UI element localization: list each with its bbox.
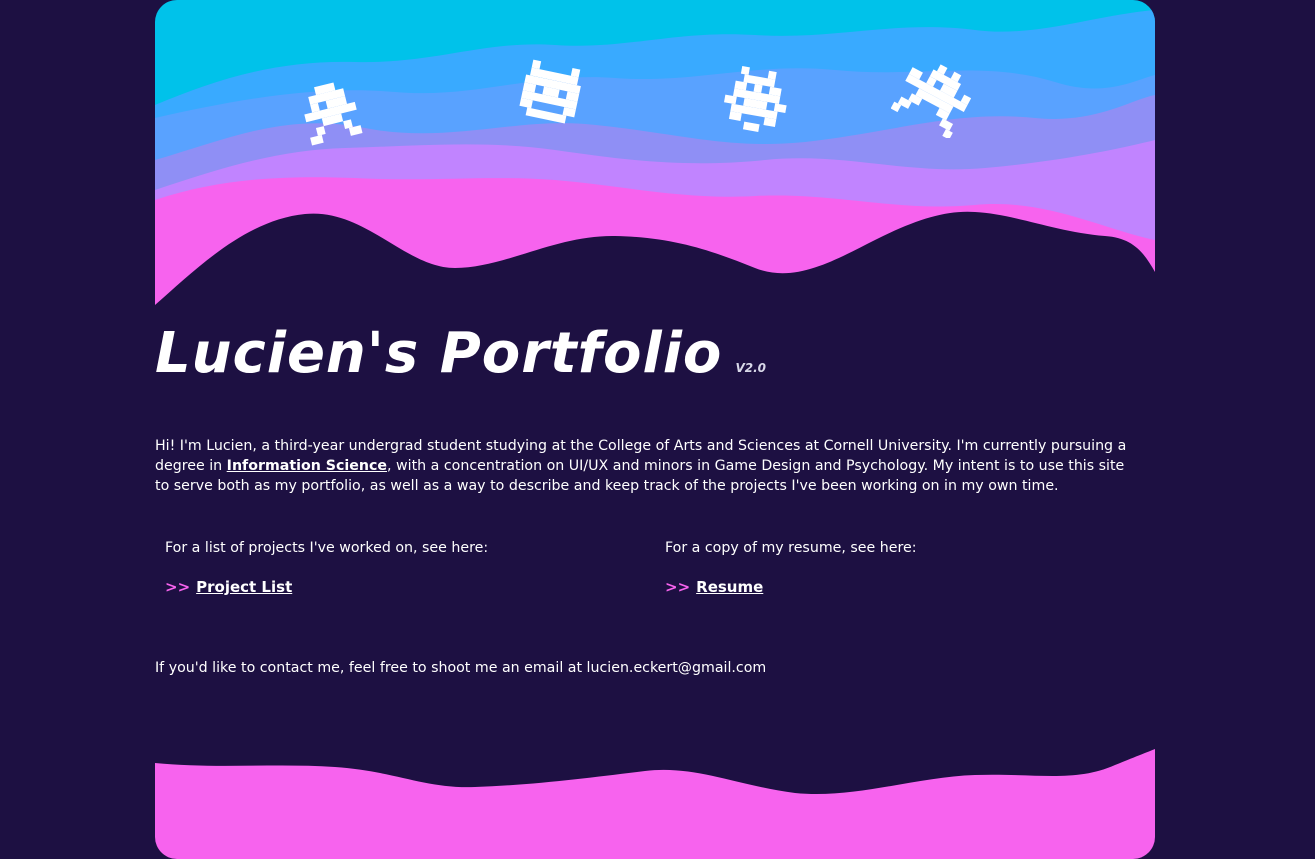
title-row: Lucien's Portfolio V2.0 [155, 322, 766, 386]
projects-prompt: For a list of projects I've worked on, s… [165, 540, 489, 556]
projects-link-row: >> Project List [165, 577, 488, 597]
pixel-alien-icon [304, 82, 363, 146]
resume-section: For a copy of my resume, see here: >> Res… [665, 538, 917, 597]
pixel-bug-icon [724, 65, 787, 132]
pixel-robot-icon [891, 64, 971, 138]
resume-prompt: For a copy of my resume, see here: [665, 540, 917, 556]
projects-arrows: >> [165, 578, 191, 596]
page: Lucien's Portfolio V2.0 Hi! I'm Lucien, … [0, 0, 1315, 859]
resume-link-row: >> Resume [665, 577, 917, 597]
footer-wave-pink [155, 749, 1155, 859]
version-badge: V2.0 [735, 361, 767, 375]
pixel-ghost-icon [519, 59, 581, 124]
content-frame: Lucien's Portfolio V2.0 Hi! I'm Lucien, … [155, 0, 1155, 859]
header-banner [155, 0, 1155, 310]
footer-wave [155, 749, 1155, 859]
page-title: Lucien's Portfolio [155, 321, 723, 386]
intro-paragraph: Hi! I'm Lucien, a third-year undergrad s… [155, 436, 1140, 496]
project-list-link[interactable]: Project List [196, 578, 292, 596]
resume-link[interactable]: Resume [696, 578, 763, 596]
contact-line: If you'd like to contact me, feel free t… [155, 660, 767, 676]
projects-section: For a list of projects I've worked on, s… [165, 538, 488, 597]
resume-arrows: >> [665, 578, 691, 596]
information-science-link[interactable]: Information Science [227, 458, 387, 474]
